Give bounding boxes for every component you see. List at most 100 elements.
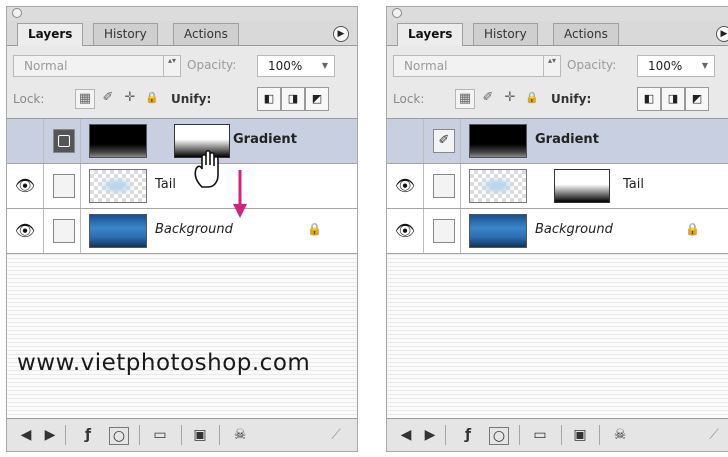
mask-thumbnail[interactable]: [554, 169, 610, 203]
stepper-icon[interactable]: ▴▾: [543, 56, 560, 76]
blend-mode-select[interactable]: Normal ▴▾: [13, 55, 181, 77]
link-cell[interactable]: [44, 119, 81, 163]
add-mask-icon[interactable]: ○: [109, 427, 129, 445]
opacity-label: Opacity:: [187, 58, 237, 72]
new-layer-icon[interactable]: ▣: [569, 425, 591, 445]
eye-icon[interactable]: 👁: [387, 164, 424, 208]
trash-icon[interactable]: ☠: [609, 425, 631, 445]
separator: [65, 425, 66, 445]
lock-pixels-brush-icon[interactable]: ✐: [479, 89, 497, 107]
layer-thumbnail[interactable]: [469, 124, 527, 158]
tab-actions[interactable]: Actions: [553, 23, 619, 45]
layer-name: Background: [155, 222, 233, 237]
eye-icon[interactable]: 👁: [7, 209, 44, 253]
prev-icon[interactable]: ◀: [395, 425, 417, 445]
blend-options: Normal ▴▾ Opacity: 100% ▼: [387, 55, 728, 77]
lock-label: Lock:: [393, 92, 425, 106]
lock-label: Lock:: [13, 92, 45, 106]
hand-cursor-icon: [194, 149, 219, 188]
layer-row-gradient[interactable]: ✐ Gradient: [387, 119, 728, 164]
tab-history[interactable]: History: [473, 23, 538, 45]
blend-mode-select[interactable]: Normal ▴▾: [393, 55, 561, 77]
lock-transparency-icon[interactable]: ▦: [455, 89, 475, 109]
layer-thumbnail[interactable]: [469, 169, 527, 203]
next-icon[interactable]: ▶: [419, 425, 441, 445]
lock-all-icon[interactable]: 🔒: [523, 89, 541, 107]
resize-grip-icon[interactable]: ⟋: [703, 425, 725, 445]
panel-menu-icon[interactable]: ▶: [716, 26, 728, 42]
panel-titlebar[interactable]: [7, 7, 357, 21]
link-cell[interactable]: [44, 209, 81, 253]
new-layer-icon[interactable]: ▣: [189, 425, 211, 445]
prev-icon[interactable]: ◀: [15, 425, 37, 445]
chevron-down-icon[interactable]: ▼: [318, 58, 332, 74]
visibility-toggle-empty[interactable]: [7, 119, 44, 163]
tab-actions[interactable]: Actions: [173, 23, 239, 45]
layer-thumbnail[interactable]: [89, 169, 147, 203]
unify-position-icon[interactable]: ◧: [637, 87, 661, 111]
add-style-icon[interactable]: ƒ: [77, 425, 99, 445]
panel-menu-icon[interactable]: ▶: [333, 26, 349, 42]
layer-row-tail[interactable]: 👁 Tail: [387, 164, 728, 209]
new-group-folder-icon[interactable]: ▭: [149, 425, 171, 445]
trash-icon[interactable]: ☠: [229, 425, 251, 445]
unify-label: Unify:: [171, 92, 212, 106]
separator: [445, 425, 446, 445]
separator: [219, 425, 220, 445]
panel-tabbar: Layers History Actions ▶: [7, 21, 357, 46]
opacity-field[interactable]: 100% ▼: [637, 55, 715, 77]
unify-visibility-icon[interactable]: ◨: [281, 87, 305, 111]
layer-name: Tail: [623, 177, 644, 192]
add-style-icon[interactable]: ƒ: [457, 425, 479, 445]
layer-name: Tail: [155, 177, 176, 192]
layer-row-background[interactable]: 👁 Background 🔒: [7, 209, 357, 254]
layer-name: Gradient: [535, 132, 599, 147]
add-mask-icon[interactable]: ○: [489, 427, 509, 445]
separator: [519, 425, 520, 445]
layer-thumbnail[interactable]: [89, 124, 147, 158]
lock-all-icon[interactable]: 🔒: [143, 89, 161, 107]
close-knob-icon[interactable]: [12, 8, 22, 18]
unify-style-icon[interactable]: ◩: [305, 87, 329, 111]
link-empty-icon: [433, 174, 455, 198]
tab-history[interactable]: History: [93, 23, 158, 45]
layer-thumbnail[interactable]: [89, 214, 147, 248]
visibility-toggle-empty[interactable]: [387, 119, 424, 163]
panel-titlebar[interactable]: [387, 7, 728, 21]
link-cell[interactable]: [424, 164, 461, 208]
layers-panel-before: Layers History Actions ▶ Normal ▴▾ Opacit…: [6, 6, 358, 452]
layer-row-background[interactable]: 👁 Background 🔒: [387, 209, 728, 254]
layer-thumbnail[interactable]: [469, 214, 527, 248]
stepper-icon[interactable]: ▴▾: [163, 56, 180, 76]
close-knob-icon[interactable]: [392, 8, 402, 18]
layer-row-tail[interactable]: 👁 Tail: [7, 164, 357, 209]
eye-icon[interactable]: 👁: [7, 164, 44, 208]
unify-style-icon[interactable]: ◩: [685, 87, 709, 111]
eye-icon[interactable]: 👁: [387, 209, 424, 253]
lock-position-move-icon[interactable]: ✛: [121, 89, 139, 107]
link-cell[interactable]: [424, 209, 461, 253]
lock-icon: 🔒: [307, 222, 322, 236]
opacity-value: 100%: [268, 59, 303, 73]
unify-position-icon[interactable]: ◧: [257, 87, 281, 111]
lock-transparency-icon[interactable]: ▦: [75, 89, 95, 109]
link-cell[interactable]: ✐: [424, 119, 461, 163]
panel-bottom-toolbar: ◀ ▶ ƒ ○ ▭ ▣ ☠ ⟋: [7, 418, 357, 451]
link-cell[interactable]: [44, 164, 81, 208]
layer-row-gradient[interactable]: Gradient: [7, 119, 357, 164]
resize-grip-icon[interactable]: ⟋: [325, 425, 347, 445]
link-empty-icon: [53, 219, 75, 243]
chevron-down-icon[interactable]: ▼: [698, 58, 712, 74]
tab-layers[interactable]: Layers: [17, 23, 84, 46]
new-group-folder-icon[interactable]: ▭: [529, 425, 551, 445]
opacity-field[interactable]: 100% ▼: [257, 55, 335, 77]
opacity-value: 100%: [648, 59, 683, 73]
layers-list: ✐ Gradient 👁 Tail 👁 Background 🔒: [387, 118, 728, 419]
next-icon[interactable]: ▶: [39, 425, 61, 445]
lock-position-move-icon[interactable]: ✛: [501, 89, 519, 107]
brush-icon: ✐: [433, 129, 455, 153]
lock-icon: 🔒: [685, 222, 700, 236]
tab-layers[interactable]: Layers: [397, 23, 464, 46]
unify-visibility-icon[interactable]: ◨: [661, 87, 685, 111]
lock-pixels-brush-icon[interactable]: ✐: [99, 89, 117, 107]
